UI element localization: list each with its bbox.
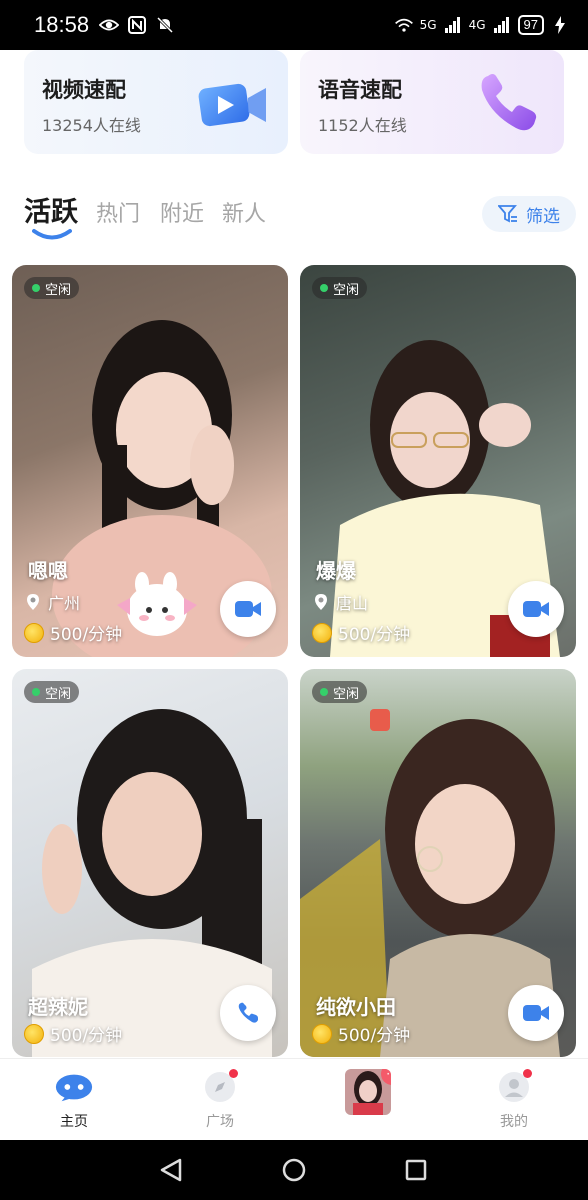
nav-square[interactable]: 广场 (180, 1069, 260, 1131)
video-call-icon (523, 1005, 549, 1021)
user-card[interactable]: 空闲 超辣妮 500/分钟 (12, 669, 288, 1057)
nav-me-label: 我的 (500, 1114, 528, 1130)
nav-me[interactable]: 我的 (474, 1069, 554, 1131)
phone-call-icon (238, 1002, 258, 1023)
price-text: 500/分钟 (338, 1026, 411, 1046)
user-price: 500/分钟 (312, 620, 410, 645)
back-icon[interactable] (160, 1158, 182, 1182)
notification-dot (229, 1069, 238, 1078)
tab-active[interactable]: 活跃 (24, 190, 78, 229)
voice-match-card[interactable]: 语音速配 1152人在线 (300, 50, 564, 154)
signal-4g-label: 4G (468, 18, 486, 32)
quick-match-row: 视频速配 13254人在线 语音速配 1152人在线 (24, 50, 564, 154)
price-text: 500/分钟 (50, 625, 123, 645)
phone-icon (474, 68, 546, 138)
voice-call-button[interactable] (220, 985, 276, 1041)
status-badge: 空闲 (24, 277, 80, 299)
coin-icon (24, 622, 44, 643)
user-location: 唐山 (314, 590, 368, 614)
user-price: 500/分钟 (24, 1021, 122, 1046)
status-text: 空闲 (333, 686, 360, 702)
user-city: 唐山 (336, 594, 369, 613)
status-bar: 18:58 5G 4G 97 (0, 0, 588, 50)
nfc-icon (127, 16, 147, 34)
signal-bars-icon (492, 16, 512, 34)
signal-bars-icon (443, 16, 463, 34)
bottom-navigation: 主页 广场 ··· 我的 (0, 1058, 588, 1140)
filter-label: 筛选 (526, 206, 560, 227)
location-pin-icon (27, 594, 39, 610)
video-call-button[interactable] (508, 985, 564, 1041)
online-dot (320, 284, 328, 292)
user-price: 500/分钟 (312, 1021, 410, 1046)
profile-icon (494, 1069, 534, 1105)
system-navigation-bar (0, 1140, 588, 1200)
user-price: 500/分钟 (24, 620, 122, 645)
coin-icon (24, 1023, 44, 1044)
bunny-sticker (112, 570, 202, 640)
status-time: 18:58 (34, 12, 90, 37)
tab-new[interactable]: 新人 (222, 196, 266, 228)
status-badge: 空闲 (24, 681, 80, 703)
video-call-button[interactable] (220, 581, 276, 637)
coin-icon (312, 1023, 332, 1044)
user-card[interactable]: 空闲 爆爆 唐山 500/分钟 (300, 265, 576, 657)
filter-button[interactable]: 筛选 (482, 196, 576, 232)
location-pin-icon (315, 594, 327, 610)
tab-active-underline (32, 229, 72, 240)
status-text: 空闲 (45, 686, 72, 702)
user-name: 嗯嗯 (28, 559, 68, 583)
recents-icon[interactable] (405, 1159, 427, 1181)
home-icon (54, 1069, 94, 1105)
user-name: 纯欲小田 (316, 995, 396, 1019)
tab-nearby[interactable]: 附近 (160, 196, 204, 228)
user-name: 爆爆 (316, 559, 356, 583)
video-call-button[interactable] (508, 581, 564, 637)
user-name: 超辣妮 (28, 995, 88, 1019)
coin-icon (312, 622, 332, 643)
battery-level: 97 (517, 15, 544, 35)
category-tabs: 活跃 热门 附近 新人 筛选 (24, 190, 576, 246)
user-card[interactable]: 空闲 纯欲小田 500/分钟 (300, 669, 576, 1057)
user-card[interactable]: 空闲 嗯嗯 广州 500/分钟 (12, 265, 288, 657)
user-location: 广州 (26, 590, 80, 614)
filter-icon (498, 205, 517, 223)
notification-dot (523, 1069, 532, 1078)
nav-messages[interactable]: ··· (328, 1069, 408, 1115)
compass-icon (200, 1069, 240, 1105)
home-circle-icon[interactable] (282, 1158, 306, 1182)
status-badge: 空闲 (312, 277, 368, 299)
video-call-icon (523, 601, 549, 617)
charging-bolt-icon (550, 16, 570, 34)
status-text: 空闲 (333, 282, 360, 298)
video-camera-icon (198, 68, 270, 138)
wifi-icon (394, 16, 414, 34)
video-call-icon (235, 601, 261, 617)
nav-home[interactable]: 主页 (34, 1069, 114, 1131)
nav-home-label: 主页 (60, 1114, 88, 1130)
status-text: 空闲 (45, 282, 72, 298)
video-match-card[interactable]: 视频速配 13254人在线 (24, 50, 288, 154)
price-text: 500/分钟 (338, 625, 411, 645)
nav-square-label: 广场 (206, 1114, 234, 1130)
online-dot (320, 688, 328, 696)
avatar-message-icon: ··· (345, 1069, 391, 1115)
signal-5g-label: 5G (419, 18, 437, 32)
price-text: 500/分钟 (50, 1026, 123, 1046)
mute-bell-icon (155, 16, 175, 34)
eye-icon (99, 16, 120, 34)
tab-hot[interactable]: 热门 (96, 196, 140, 228)
status-badge: 空闲 (312, 681, 368, 703)
online-dot (32, 284, 40, 292)
online-dot (32, 688, 40, 696)
user-city: 广州 (48, 594, 81, 613)
